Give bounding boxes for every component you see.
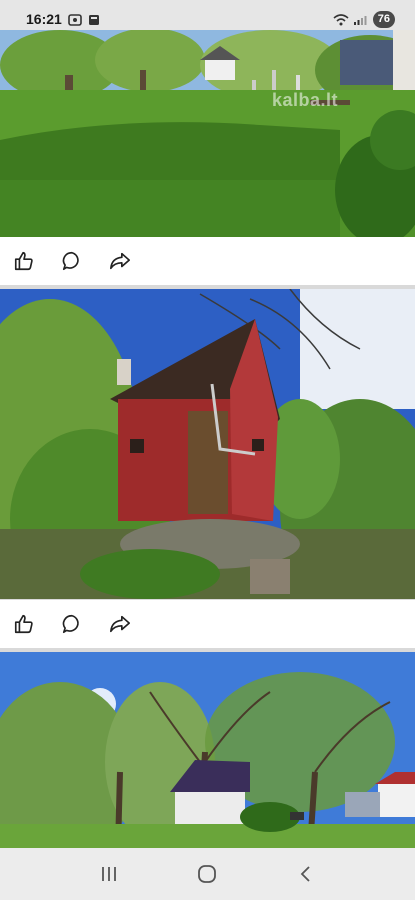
post-actions-2 — [0, 600, 415, 648]
speech-bubble-icon — [62, 614, 79, 634]
recent-apps-button[interactable] — [94, 859, 124, 889]
status-left: 16:21 — [26, 11, 102, 27]
system-nav-bar — [0, 848, 415, 900]
like-button[interactable] — [12, 249, 36, 273]
share-button[interactable] — [108, 249, 132, 273]
home-icon — [198, 865, 217, 883]
share-arrow-icon — [110, 252, 130, 270]
post-photo-orchard[interactable] — [0, 652, 415, 848]
like-button[interactable] — [12, 612, 36, 636]
notification-icon — [88, 13, 102, 25]
thumbs-up-icon — [14, 614, 33, 634]
back-button[interactable] — [291, 859, 321, 889]
watermark: kalba.lt — [272, 90, 339, 110]
signal-icon — [353, 13, 367, 25]
home-button[interactable] — [192, 859, 222, 889]
post-actions-1 — [0, 237, 415, 285]
post-photo-garden[interactable]: kalba.lt — [0, 30, 415, 237]
wifi-icon — [333, 13, 349, 26]
recent-apps-icon — [102, 867, 117, 881]
back-icon — [300, 866, 310, 882]
comment-button[interactable] — [60, 612, 84, 636]
comment-button[interactable] — [60, 249, 84, 273]
share-arrow-icon — [110, 615, 130, 633]
share-button[interactable] — [108, 612, 132, 636]
status-right: 76 — [333, 10, 395, 28]
screenshot-icon — [68, 13, 82, 26]
battery-indicator: 76 — [372, 10, 395, 28]
post-photo-shed[interactable] — [0, 289, 415, 599]
clock: 16:21 — [26, 11, 62, 27]
speech-bubble-icon — [62, 251, 79, 271]
thumbs-up-icon — [14, 251, 33, 271]
